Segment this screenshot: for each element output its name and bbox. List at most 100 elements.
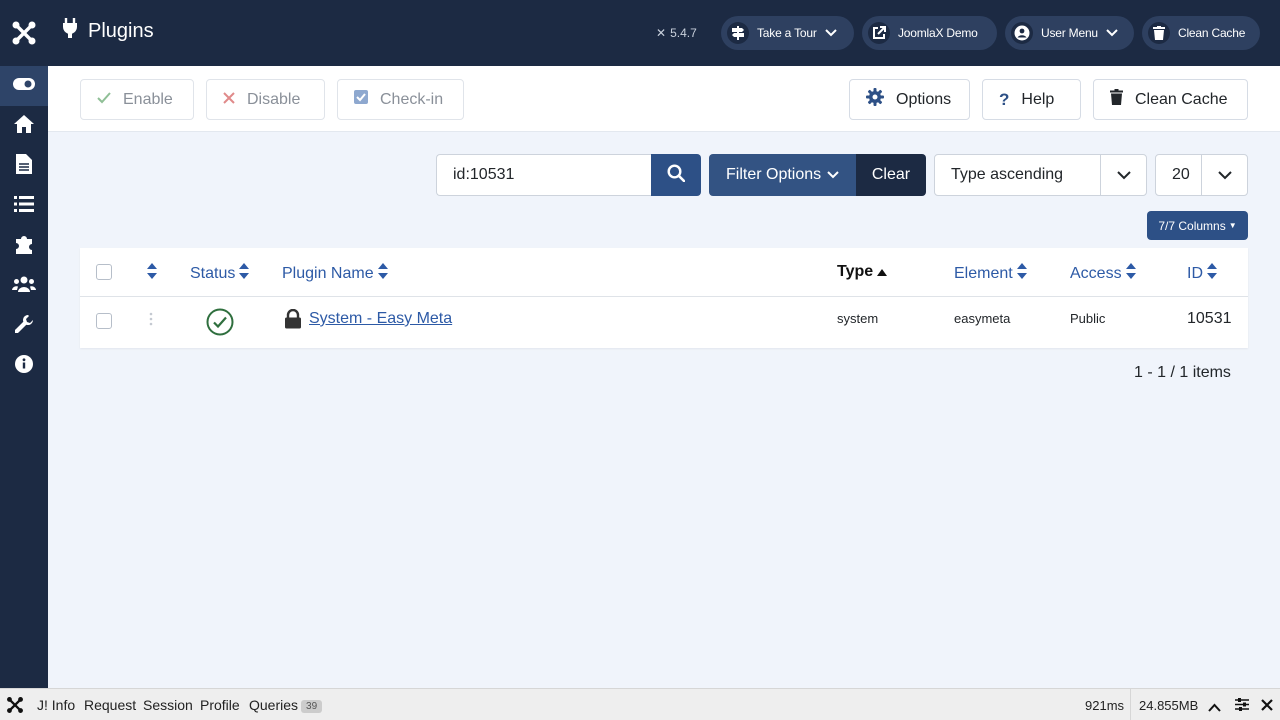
close-icon[interactable] xyxy=(1261,698,1273,714)
external-link-icon xyxy=(868,22,890,44)
joomla-logo-icon[interactable] xyxy=(0,0,48,66)
home-icon xyxy=(13,114,35,139)
list-limit-select[interactable]: 20 xyxy=(1155,154,1248,196)
sort-icon xyxy=(377,263,388,284)
users-icon xyxy=(12,275,36,298)
joomlax-demo-button[interactable]: JoomlaX Demo xyxy=(862,16,997,50)
signpost-icon xyxy=(727,22,749,44)
user-menu-button[interactable]: User Menu xyxy=(1005,16,1134,50)
plug-icon xyxy=(62,18,78,44)
help-button[interactable]: ? Help xyxy=(982,79,1081,120)
row-checkbox[interactable] xyxy=(96,313,112,329)
debug-time: 921ms xyxy=(1085,698,1125,713)
sidebar-item-system[interactable] xyxy=(0,306,48,346)
sort-icon xyxy=(1207,263,1217,284)
top-header: Plugins ✕ 5.4.7 Take a Tour JoomlaX Demo… xyxy=(0,0,1280,66)
puzzle-icon xyxy=(14,234,34,259)
chevron-up-icon[interactable] xyxy=(1208,699,1221,715)
filter-options-button[interactable]: Filter Options xyxy=(709,154,857,196)
options-button[interactable]: Options xyxy=(849,79,970,120)
user-icon xyxy=(1011,22,1033,44)
table-row: System - Easy Meta system easymeta Publi… xyxy=(80,297,1248,348)
sort-icon xyxy=(1125,263,1136,284)
page-title: Plugins xyxy=(62,18,154,44)
divider xyxy=(1130,689,1131,720)
sidebar-item-menus[interactable] xyxy=(0,186,48,226)
trash-icon xyxy=(1148,22,1170,44)
chevron-down-icon xyxy=(1100,155,1146,195)
clean-cache-button[interactable]: Clean Cache xyxy=(1093,79,1248,120)
search-input[interactable]: id:10531 xyxy=(436,154,652,196)
lock-icon xyxy=(284,308,302,334)
version-label: ✕ 5.4.7 xyxy=(656,26,697,40)
queries-count-badge: 39 xyxy=(301,700,323,713)
debug-bar: J! Info Request Session Profile Queries 3… xyxy=(0,688,1280,720)
debug-tab-profile[interactable]: Profile xyxy=(200,697,240,713)
sidebar-item-home[interactable] xyxy=(0,106,48,146)
header-clean-cache-button[interactable]: Clean Cache xyxy=(1142,16,1260,50)
sidebar-item-content[interactable] xyxy=(0,146,48,186)
checkbox-checked-icon xyxy=(354,90,368,109)
pagination-summary: 1 - 1 / 1 items xyxy=(1134,364,1231,381)
sidebar-item-toggle-menu[interactable] xyxy=(0,66,48,106)
access-column-header[interactable]: Access xyxy=(1070,263,1136,284)
sidebar-item-components[interactable] xyxy=(0,226,48,266)
id-column-header[interactable]: ID xyxy=(1187,263,1217,284)
ordering-select[interactable]: Type ascending xyxy=(934,154,1147,196)
wrench-icon xyxy=(14,314,34,339)
debug-tab-jinfo[interactable]: J! Info xyxy=(37,697,75,713)
type-column-header[interactable]: Type xyxy=(837,263,888,281)
document-icon xyxy=(16,153,32,179)
check-circle-icon xyxy=(206,308,234,340)
plugin-name-link[interactable]: System - Easy Meta xyxy=(309,310,452,328)
plugin-id-cell: 10531 xyxy=(1187,310,1232,327)
element-column-header[interactable]: Element xyxy=(954,263,1027,284)
info-icon xyxy=(14,354,34,379)
select-all-checkbox[interactable] xyxy=(96,264,112,280)
toggle-icon xyxy=(13,77,35,95)
plugin-name-column-header[interactable]: Plugin Name xyxy=(282,263,388,284)
sort-icon xyxy=(147,263,157,284)
chevron-down-icon xyxy=(1201,155,1247,195)
debug-tab-session[interactable]: Session xyxy=(143,697,193,713)
debug-memory: 24.855MB xyxy=(1139,698,1199,713)
chevron-down-icon xyxy=(1106,26,1118,40)
question-icon: ? xyxy=(999,89,1010,109)
check-in-button[interactable]: Check-in xyxy=(337,79,464,120)
sidebar xyxy=(0,66,48,688)
trash-icon xyxy=(1110,89,1123,110)
enable-button[interactable]: Enable xyxy=(80,79,194,120)
times-icon xyxy=(223,91,235,109)
clear-button[interactable]: Clear xyxy=(856,154,926,196)
gear-icon xyxy=(866,88,884,111)
sort-ascending-icon xyxy=(877,263,888,281)
search-icon xyxy=(667,163,686,187)
ordering-sort-header[interactable] xyxy=(147,263,157,284)
list-icon xyxy=(14,195,34,217)
plugins-table: Status Plugin Name Type Element Access I… xyxy=(80,248,1248,348)
chevron-down-icon xyxy=(827,166,839,184)
sort-icon xyxy=(239,263,250,284)
plugin-type-cell: system xyxy=(837,311,879,326)
table-header: Status Plugin Name Type Element Access I… xyxy=(80,248,1248,297)
settings-sliders-icon[interactable] xyxy=(1235,698,1249,714)
plugin-access-cell: Public xyxy=(1070,311,1106,326)
sidebar-item-users[interactable] xyxy=(0,266,48,306)
status-column-header[interactable]: Status xyxy=(190,263,250,284)
action-toolbar: Enable Disable Check-in Options ? Help C… xyxy=(48,66,1280,132)
debug-tab-request[interactable]: Request xyxy=(84,697,136,713)
columns-toggle-button[interactable]: 7/7 Columns ▼ xyxy=(1147,211,1248,240)
status-enabled-toggle[interactable] xyxy=(206,308,234,341)
check-icon xyxy=(97,91,111,109)
joomla-logo-icon[interactable] xyxy=(6,696,24,717)
search-button[interactable] xyxy=(651,154,701,196)
sidebar-item-help[interactable] xyxy=(0,346,48,386)
sort-icon xyxy=(1016,263,1027,284)
caret-down-icon: ▼ xyxy=(1228,221,1237,230)
page-title-text: Plugins xyxy=(88,19,154,42)
drag-handle-icon[interactable] xyxy=(149,312,153,333)
debug-tab-queries[interactable]: Queries 39 xyxy=(249,697,323,713)
disable-button[interactable]: Disable xyxy=(206,79,325,120)
joomla-small-icon: ✕ xyxy=(656,26,667,40)
take-a-tour-button[interactable]: Take a Tour xyxy=(721,16,854,50)
